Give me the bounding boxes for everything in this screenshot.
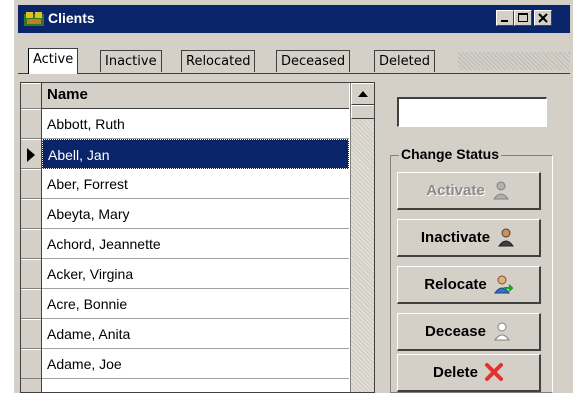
activate-label: Activate xyxy=(426,182,485,199)
relocate-label: Relocate xyxy=(424,276,487,293)
search-input[interactable] xyxy=(397,97,547,127)
chevron-up-icon xyxy=(358,91,368,97)
maximize-button[interactable] xyxy=(514,10,532,26)
table-row[interactable]: Achord, Jeannette xyxy=(42,229,349,259)
row-indicator[interactable] xyxy=(21,349,41,379)
row-indicator[interactable] xyxy=(21,169,41,199)
change-status-legend: Change Status xyxy=(399,146,502,162)
table-row[interactable]: Acker, Virgina xyxy=(42,259,349,289)
person-dark-icon xyxy=(498,228,515,247)
table-row[interactable]: Acre, Bonnie xyxy=(42,289,349,319)
row-indicator[interactable] xyxy=(21,319,41,349)
close-button[interactable] xyxy=(534,10,552,26)
row-indicator[interactable] xyxy=(21,199,41,229)
current-row-arrow-icon xyxy=(27,148,35,162)
vertical-scrollbar[interactable] xyxy=(350,83,374,392)
decease-button[interactable]: Decease xyxy=(397,313,541,351)
inactivate-label: Inactivate xyxy=(420,229,491,246)
background-edge xyxy=(0,0,14,393)
activate-button[interactable]: Activate xyxy=(397,172,541,210)
header-corner xyxy=(21,83,41,109)
tab-active[interactable]: Active xyxy=(28,48,79,74)
minimize-button[interactable] xyxy=(496,10,514,26)
row-indicator[interactable] xyxy=(21,289,41,319)
tab-deceased[interactable]: Deceased xyxy=(276,50,351,72)
right-panel: Change Status Activate Inactivate Reloca… xyxy=(383,82,563,393)
person-move-icon xyxy=(493,275,513,294)
scroll-thumb[interactable] xyxy=(351,105,374,119)
delete-button[interactable]: Delete xyxy=(397,354,541,392)
table-row[interactable]: Adame, Anita xyxy=(42,319,349,349)
window-title: Clients xyxy=(48,10,95,26)
person-outline-icon xyxy=(493,322,510,341)
person-gray-icon xyxy=(492,181,509,200)
table-row[interactable]: Abbott, Ruth xyxy=(42,109,349,139)
table-row[interactable]: Abeyta, Mary xyxy=(42,199,349,229)
change-status-group: Change Status Activate Inactivate Reloca… xyxy=(390,146,553,393)
table-row[interactable]: Aber, Forrest xyxy=(42,169,349,199)
tab-relocated[interactable]: Relocated xyxy=(181,50,256,72)
clients-grid[interactable]: Name Abbott, Ruth Abell, Jan Aber, Forrest… xyxy=(20,82,375,393)
app-icon xyxy=(24,12,44,26)
title-bar[interactable]: Clients xyxy=(18,5,570,33)
column-header-name[interactable]: Name xyxy=(42,83,349,109)
relocate-button[interactable]: Relocate xyxy=(397,266,541,304)
row-indicator[interactable] xyxy=(21,229,41,259)
tab-deleted[interactable]: Deleted xyxy=(374,50,435,72)
delete-label: Delete xyxy=(432,364,479,381)
tab-strip-filler xyxy=(458,52,570,70)
maximize-icon xyxy=(518,13,528,22)
close-icon xyxy=(538,13,548,23)
tab-inactive[interactable]: Inactive xyxy=(100,50,162,72)
decease-label: Decease xyxy=(425,323,486,340)
minimize-icon xyxy=(501,20,508,22)
table-row[interactable]: Adame, Joe xyxy=(42,349,349,379)
row-indicator[interactable] xyxy=(21,139,41,169)
row-indicator[interactable] xyxy=(21,259,41,289)
clients-window: Clients Active Inactive Relocated Deceas… xyxy=(0,0,573,393)
red-x-icon xyxy=(485,362,504,381)
inactivate-button[interactable]: Inactivate xyxy=(397,219,541,257)
tab-divider xyxy=(18,73,570,74)
scroll-up-button[interactable] xyxy=(351,83,374,105)
table-row[interactable]: Abell, Jan xyxy=(42,139,349,169)
row-indicator-column xyxy=(21,83,42,392)
tab-strip: Active Inactive Relocated Deceased Delet… xyxy=(18,48,570,74)
row-indicator[interactable] xyxy=(21,109,41,139)
